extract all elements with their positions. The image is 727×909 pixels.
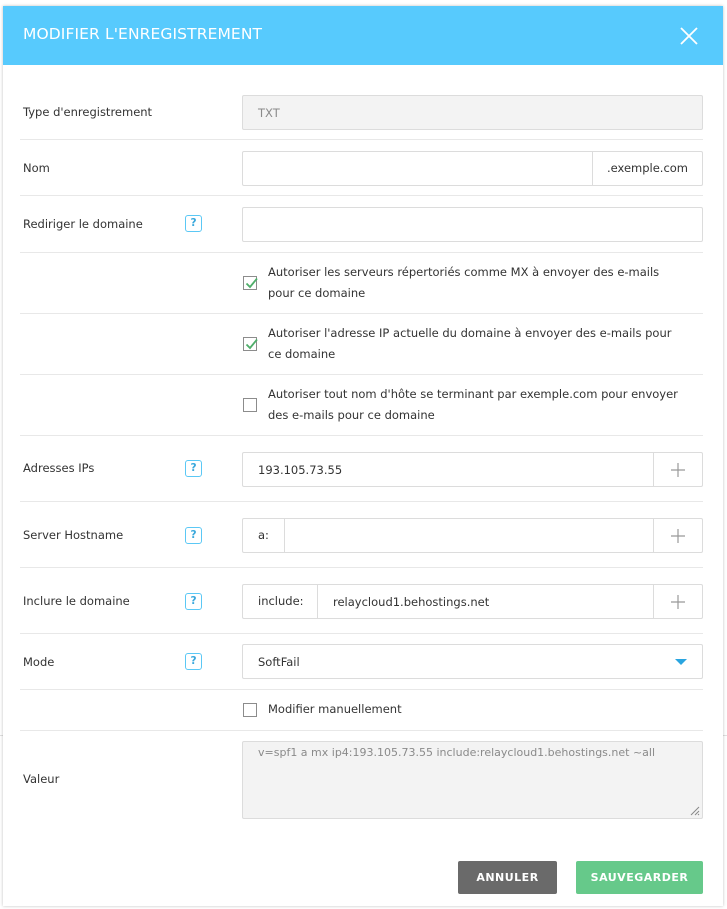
resize-handle-icon[interactable] [688,804,700,816]
include-value[interactable]: relaycloud1.behostings.net [333,595,489,609]
value-row: Valeur v=spf1 a mx ip4:193.105.73.55 inc… [20,731,703,831]
ip-checkbox[interactable] [243,337,258,351]
add-hostname-button[interactable] [653,519,702,552]
help-icon[interactable]: ? [185,593,202,610]
hostname-checkbox[interactable] [243,398,257,412]
ips-field[interactable]: 193.105.73.55 [242,452,703,487]
type-field: TXT [242,95,703,130]
manual-row: Modifier manuellement [20,690,703,731]
include-label: Inclure le domaine [23,594,130,608]
hostname-field[interactable]: a: [242,518,703,553]
include-prefix: include: [243,585,318,618]
type-value: TXT [258,106,280,120]
mode-row: Mode ? SoftFail [20,634,703,690]
value-textarea[interactable]: v=spf1 a mx ip4:193.105.73.55 include:re… [242,741,703,819]
plus-icon [671,529,685,543]
name-row: Nom .exemple.com [20,140,703,196]
option-row-mx: Autoriser les serveurs répertoriés comme… [20,253,703,314]
include-field[interactable]: include: relaycloud1.behostings.net [242,584,703,619]
cancel-button[interactable]: ANNULER [458,861,557,894]
ips-row: Adresses IPs ? 193.105.73.55 [20,436,703,502]
type-label: Type d'enregistrement [23,105,153,119]
checkmark-icon [245,338,258,350]
dialog-title: MODIFIER L'ENREGISTREMENT [23,25,263,43]
edit-record-dialog: MODIFIER L'ENREGISTREMENT Type d'enregis… [3,6,723,906]
ip-checkbox-label: Autoriser l'adresse IP actuelle du domai… [268,326,672,361]
close-icon[interactable] [679,26,699,46]
mode-select[interactable]: SoftFail [242,644,703,679]
add-include-button[interactable] [653,585,702,618]
help-icon[interactable]: ? [185,527,202,544]
ips-value[interactable]: 193.105.73.55 [258,463,342,477]
plus-icon [671,463,685,477]
redirect-row: Rediriger le domaine ? [20,196,703,253]
dialog-header: MODIFIER L'ENREGISTREMENT [3,6,723,65]
manual-checkbox-label: Modifier manuellement [268,702,402,716]
hostname-checkbox-label: Autoriser tout nom d'hôte se terminant p… [268,387,678,422]
ips-label: Adresses IPs [23,461,95,475]
redirect-label: Rediriger le domaine [23,217,143,231]
help-icon[interactable]: ? [185,653,202,670]
hostname-label: Server Hostname [23,528,124,542]
name-label: Nom [23,161,50,175]
value-label: Valeur [23,772,60,786]
option-row-ip: Autoriser l'adresse IP actuelle du domai… [20,314,703,375]
name-field[interactable]: .exemple.com [242,151,703,186]
plus-icon [671,595,685,609]
include-row: Inclure le domaine ? include: relaycloud… [20,568,703,634]
value-text: v=spf1 a mx ip4:193.105.73.55 include:re… [258,746,656,759]
help-icon[interactable]: ? [185,215,202,232]
chevron-down-icon [675,659,687,665]
type-row: Type d'enregistrement TXT [20,85,703,140]
mode-value: SoftFail [258,655,300,669]
redirect-field[interactable] [242,207,703,242]
hostname-prefix: a: [243,519,285,552]
name-suffix: .exemple.com [592,152,702,185]
save-button[interactable]: SAUVEGARDER [576,861,703,894]
hostname-row: Server Hostname ? a: [20,502,703,568]
mx-checkbox-label: Autoriser les serveurs répertoriés comme… [268,265,660,300]
checkmark-icon [245,277,258,289]
background-line [723,735,727,736]
add-ip-button[interactable] [653,453,702,486]
mode-label: Mode [23,655,55,669]
help-icon[interactable]: ? [185,460,202,477]
manual-checkbox[interactable] [243,703,257,717]
mx-checkbox[interactable] [243,276,258,290]
option-row-hostname: Autoriser tout nom d'hôte se terminant p… [20,375,703,436]
